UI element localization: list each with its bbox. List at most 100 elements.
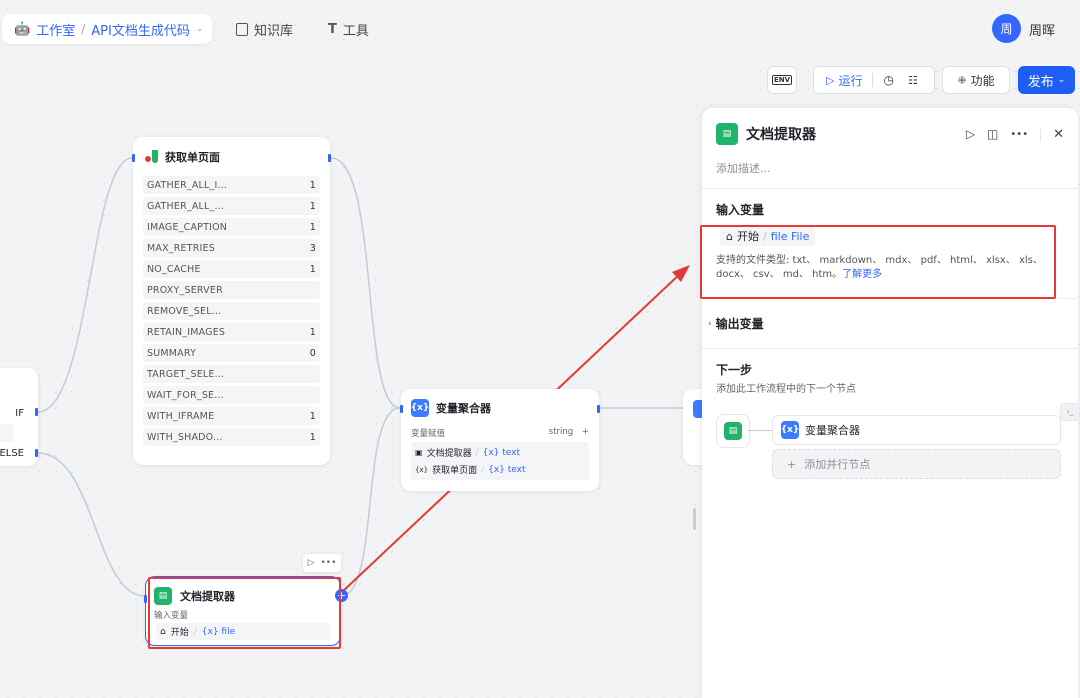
param-row: WAIT_FOR_SE... [143,386,320,404]
divider [872,73,874,87]
param-row: WITH_IFRAME 1 [143,407,320,425]
description-input[interactable]: 添加描述... [702,144,1078,188]
param-row: PROXY_SERVER [143,281,320,299]
param-name: WAIT_FOR_SE... [147,389,224,401]
param-row: TARGET_SELE... [143,365,320,383]
param-row: GATHER_ALL_... 1 [143,197,320,215]
edge-else-to-doc [37,452,146,597]
param-value: 1 [309,221,316,233]
aggregator-node[interactable]: {x} 变量聚合器 变量赋值 string + ▣ 文档提取器 / {x} te… [400,389,600,491]
next-node-label: 变量聚合器 [805,424,860,437]
param-value: 1 [309,179,316,191]
play-icon[interactable]: ▷ [826,74,834,87]
param-row: REMOVE_SEL... [143,302,320,320]
doc-icon: ▣ [415,448,423,457]
breadcrumb-studio[interactable]: 工作室 [36,20,75,39]
panel-header: ▤ 文档提取器 ▷ ◫ ••• ✕ [702,108,1078,145]
edge-if-to-fetch [37,157,133,413]
condition-input-row [0,424,14,442]
chevron-right-icon: › [708,318,712,329]
play-icon[interactable]: ▷ [308,558,315,568]
env-button[interactable]: ENV [767,66,797,94]
book-open-icon[interactable]: ◫ [987,127,998,141]
condition-node[interactable]: IF ELSE [0,368,38,466]
node-hover-toolbar: ▷ ••• [303,554,341,572]
group-type: string [548,427,574,437]
param-row: SUMMARY 0 [143,344,320,362]
breadcrumb-project[interactable]: API文档生成代码 [91,20,190,39]
variable-icon: {x} [415,465,429,474]
next-node-aggregator[interactable]: {x} 变量聚合器 [772,415,1061,445]
param-row: WITH_SHADO... 1 [143,428,320,446]
param-name: RETAIN_IMAGES [147,326,226,338]
param-name: WITH_IFRAME [147,410,215,422]
panel-title[interactable]: 文档提取器 [746,124,816,144]
highlight-box-node [148,577,341,649]
chevron-down-icon: ⌄ [1057,75,1066,85]
input-heading: 输入变量 [716,203,765,217]
if-port[interactable] [35,408,38,416]
fetch-page-node[interactable]: 获取单页面 GATHER_ALL_I... 1 GATHER_ALL_... 1 IMA… [132,137,331,465]
nav-knowledge[interactable]: 知识库 [236,20,293,39]
publish-button[interactable]: 发布 ⌄ [1018,66,1075,94]
param-name: PROXY_SERVER [147,284,223,296]
param-name: NO_CACHE [147,263,201,275]
features-button[interactable]: ⁜ 功能 [942,66,1010,94]
aggregator-rows: ▣ 文档提取器 / {x} text {x} 获取单页面 / {x} text [411,442,589,480]
aggregator-output-port[interactable] [597,405,600,413]
param-name: GATHER_ALL_... [147,200,225,212]
more-icon[interactable]: ••• [1010,129,1028,140]
param-value: 1 [309,431,316,443]
close-icon[interactable]: ✕ [1053,127,1064,142]
variable-icon: {x} [781,421,799,439]
add-parallel-label: 添加并行节点 [804,458,871,471]
else-port[interactable] [35,449,38,457]
param-name: MAX_RETRIES [147,242,215,254]
doc-input-port[interactable] [144,595,147,603]
param-value: 3 [309,242,316,254]
aggregator-row-source: 文档提取器 [426,449,472,459]
param-row: IMAGE_CAPTION 1 [143,218,320,236]
config-panel: ▤ 文档提取器 ▷ ◫ ••• ✕ 添加描述... 输入变量 ⌂ 开始 / fi… [702,108,1078,698]
next-connector [748,430,772,431]
nav-tools[interactable]: T 工具 [328,20,369,39]
param-row: GATHER_ALL_I... 1 [143,176,320,194]
fetch-output-port[interactable] [328,154,331,162]
history-icon[interactable]: ◷ [883,73,893,87]
panel-edge-handle[interactable]: ›_ [1060,403,1080,421]
aggregator-row: {x} 获取单页面 / {x} text [415,464,526,477]
param-value: 1 [309,326,316,338]
aggregator-input-port[interactable] [400,405,403,413]
aggregator-row-var: {x} text [482,447,521,458]
breadcrumb: 🤖 工作室 / API文档生成代码 ⌄ [2,14,212,44]
fetch-param-list: GATHER_ALL_I... 1 GATHER_ALL_... 1 IMAGE_CAP… [133,176,330,446]
add-parallel-node-button[interactable]: + 添加并行节点 [772,449,1061,479]
output-section[interactable]: › 输出变量 [702,299,1078,348]
play-icon[interactable]: ▷ [966,127,975,141]
param-value: 1 [309,200,316,212]
features-label: 功能 [970,73,995,88]
resize-handle[interactable] [693,508,696,530]
username[interactable]: 周晖 [1029,20,1055,39]
param-name: SUMMARY [147,347,197,359]
chevron-down-icon[interactable]: ⌄ [196,24,204,34]
param-value: 0 [309,347,316,359]
checklist-icon[interactable]: ☷ [908,74,918,87]
highlight-box-panel [700,225,1056,299]
doc-icon: ▤ [716,123,738,145]
add-icon[interactable]: + [582,427,589,437]
aggregator-group-header: 变量赋值 string + [401,427,599,439]
more-icon[interactable]: ••• [320,558,336,568]
avatar[interactable]: 周 [992,14,1021,43]
fetch-input-port[interactable] [132,154,135,162]
next-heading: 下一步 [716,363,753,377]
run-button[interactable]: 运行 [838,72,862,89]
breadcrumb-separator: / [81,22,86,36]
nav-knowledge-label: 知识库 [254,24,294,39]
group-label: 变量赋值 [411,429,446,439]
next-description: 添加此工作流程中的下一个节点 [716,384,856,395]
if-label: IF [15,408,24,419]
tool-icon: T [328,22,337,37]
output-heading: 输出变量 [715,317,764,331]
param-row: MAX_RETRIES 3 [143,239,320,257]
